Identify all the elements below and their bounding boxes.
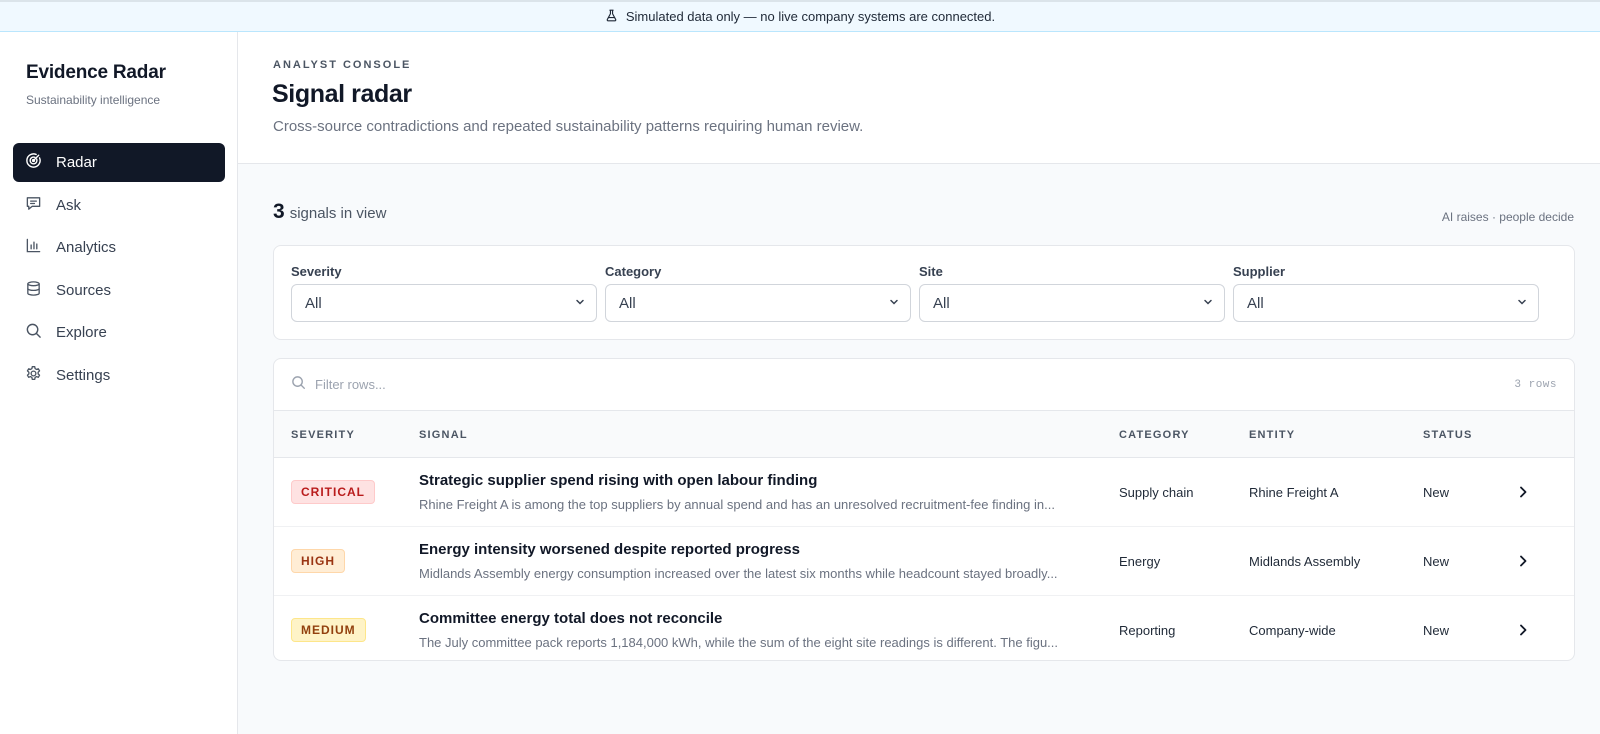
table-row[interactable]: MEDIUM Committee energy total does not r… — [274, 596, 1574, 660]
chevron-right-icon[interactable] — [1516, 485, 1530, 499]
banner-text: Simulated data only — no live company sy… — [625, 9, 996, 24]
category-filter: Category All — [605, 264, 911, 322]
filter-panel: Severity All Category All Site All Suppl… — [273, 245, 1575, 340]
supplier-filter: Supplier All — [1233, 264, 1539, 322]
gear-icon — [25, 365, 42, 386]
page-header: ANALYST CONSOLE Signal radar Cross-sourc… — [238, 32, 1600, 164]
sidebar-item-settings[interactable]: Settings — [13, 356, 225, 395]
site-filter: Site All — [919, 264, 1225, 322]
table-row[interactable]: HIGH Energy intensity worsened despite r… — [274, 527, 1574, 596]
supplier-select[interactable]: All — [1233, 284, 1539, 322]
status-cell: New — [1423, 623, 1450, 638]
category-cell: Energy — [1119, 554, 1161, 569]
entity-cell: Rhine Freight A — [1249, 485, 1339, 500]
sidebar-item-label: Explore — [56, 324, 107, 341]
signal-count-label: signals in view — [289, 205, 387, 222]
page-title: Signal radar — [272, 80, 412, 108]
sidebar-item-explore[interactable]: Explore — [13, 313, 225, 352]
signal-count: 3 signals in view — [273, 200, 386, 224]
chat-icon — [25, 195, 42, 216]
signal-title[interactable]: Energy intensity worsened despite report… — [419, 541, 800, 558]
app-subtitle: Sustainability intelligence — [26, 93, 161, 107]
sidebar-item-label: Ask — [56, 196, 82, 214]
category-cell: Supply chain — [1119, 485, 1194, 500]
select-value: All — [305, 294, 322, 312]
signal-count-number: 3 — [273, 200, 285, 223]
severity-badge: CRITICAL — [291, 480, 375, 504]
chevron-down-icon — [888, 295, 900, 312]
table-row[interactable]: CRITICAL Strategic supplier spend rising… — [274, 458, 1574, 527]
select-value: All — [1247, 294, 1264, 312]
row-count: 3 rows — [1514, 378, 1557, 391]
signal-title[interactable]: Committee energy total does not reconcil… — [419, 610, 722, 627]
column-header-signal[interactable]: SIGNAL — [419, 429, 468, 441]
sidebar: Evidence Radar Sustainability intelligen… — [0, 32, 238, 734]
severity-select[interactable]: All — [291, 284, 597, 322]
chevron-down-icon — [1516, 295, 1528, 312]
column-header-status[interactable]: STATUS — [1423, 429, 1473, 441]
filter-label: Severity — [291, 264, 342, 279]
chevron-right-icon[interactable] — [1516, 623, 1530, 637]
chevron-down-icon — [1202, 295, 1214, 312]
severity-filter: Severity All — [291, 264, 597, 322]
status-cell: New — [1423, 554, 1450, 569]
entity-cell: Company-wide — [1249, 623, 1336, 638]
bar-chart-icon — [25, 237, 42, 258]
select-value: All — [933, 294, 950, 312]
category-select[interactable]: All — [605, 284, 911, 322]
main-content: ANALYST CONSOLE Signal radar Cross-sourc… — [238, 32, 1600, 734]
column-header-entity[interactable]: ENTITY — [1249, 429, 1295, 441]
filter-label: Supplier — [1233, 264, 1286, 279]
database-icon — [25, 280, 42, 301]
table-header: SEVERITY SIGNAL CATEGORY ENTITY STATUS — [274, 411, 1574, 458]
signal-title[interactable]: Strategic supplier spend rising with ope… — [419, 472, 817, 489]
search-icon — [291, 375, 315, 395]
filter-label: Category — [605, 264, 662, 279]
page-description: Cross-source contradictions and repeated… — [273, 118, 864, 135]
sidebar-item-analytics[interactable]: Analytics — [13, 228, 225, 267]
signal-description: Midlands Assembly energy consumption inc… — [419, 566, 1058, 581]
filter-rows-input[interactable] — [315, 377, 1515, 392]
column-header-category[interactable]: CATEGORY — [1119, 429, 1190, 441]
page-eyebrow: ANALYST CONSOLE — [273, 59, 412, 71]
sidebar-item-label: Settings — [56, 366, 111, 384]
sidebar-item-label: Sources — [56, 281, 112, 299]
table-search-bar: 3 rows — [274, 359, 1574, 411]
sidebar-item-ask[interactable]: Ask — [13, 186, 225, 225]
chevron-down-icon — [574, 295, 586, 312]
sidebar-item-radar[interactable]: Radar — [13, 143, 225, 182]
select-value: All — [619, 294, 636, 312]
simulated-data-banner: Simulated data only — no live company sy… — [0, 0, 1600, 32]
signal-description: Rhine Freight A is among the top supplie… — [419, 497, 1055, 512]
sidebar-item-sources[interactable]: Sources — [13, 271, 225, 310]
search-icon — [25, 322, 42, 343]
sidebar-item-label: Analytics — [56, 239, 117, 256]
signal-description: The July committee pack reports 1,184,00… — [419, 635, 1059, 650]
sidebar-item-label: Radar — [56, 154, 97, 171]
severity-badge: HIGH — [291, 549, 345, 573]
app-title: Evidence Radar — [26, 62, 166, 83]
radar-icon — [25, 152, 42, 173]
signals-table: 3 rows SEVERITY SIGNAL CATEGORY ENTITY S… — [273, 358, 1575, 661]
tagline: AI raises · people decide — [1441, 210, 1574, 224]
severity-badge: MEDIUM — [291, 618, 366, 642]
status-cell: New — [1423, 485, 1450, 500]
site-select[interactable]: All — [919, 284, 1225, 322]
sidebar-nav: Radar Ask Analytics Sources Explore Sett… — [13, 143, 225, 398]
category-cell: Reporting — [1119, 623, 1176, 638]
column-header-severity[interactable]: SEVERITY — [291, 429, 355, 441]
chevron-right-icon[interactable] — [1516, 554, 1530, 568]
entity-cell: Midlands Assembly — [1249, 554, 1361, 569]
filter-label: Site — [919, 264, 943, 279]
flask-icon — [605, 9, 618, 25]
